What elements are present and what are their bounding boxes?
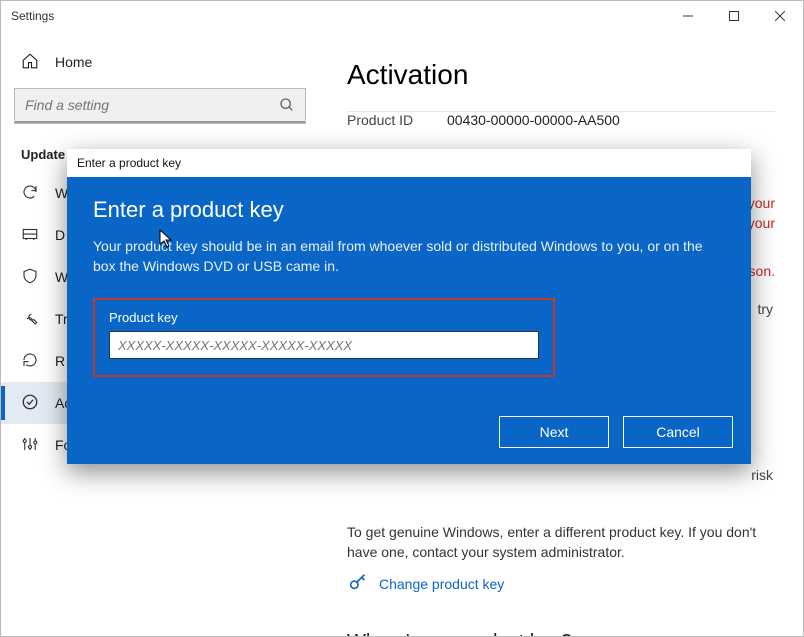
dialog-titlebar: Enter a product key — [67, 149, 751, 177]
search-icon — [279, 97, 295, 116]
search-wrap — [15, 89, 305, 123]
sync-icon — [21, 183, 39, 204]
sliders-icon — [21, 435, 39, 456]
search-input[interactable] — [15, 89, 305, 123]
check-icon — [21, 393, 39, 414]
key-icon — [347, 571, 369, 596]
product-id-value: 00430-00000-00000-AA500 — [447, 112, 620, 128]
sidebar-item-label: Tr — [55, 311, 68, 327]
recovery-icon — [21, 351, 39, 372]
dialog-buttons: Next Cancel — [499, 416, 733, 448]
product-key-input[interactable] — [109, 331, 539, 359]
change-product-key-label: Change product key — [379, 576, 504, 592]
sidebar-home[interactable]: Home — [1, 41, 319, 83]
close-button[interactable] — [757, 1, 803, 31]
maximize-button[interactable] — [711, 1, 757, 31]
text-fragment: risk — [751, 467, 773, 483]
titlebar: Settings — [1, 1, 803, 31]
product-id-row: Product ID 00430-00000-00000-AA500 — [347, 112, 775, 128]
dialog-body: Enter a product key Your product key sho… — [67, 177, 751, 377]
product-key-dialog: Enter a product key Enter a product key … — [67, 149, 751, 464]
home-label: Home — [55, 54, 92, 70]
product-key-field-group: Product key — [93, 298, 555, 377]
error-text-fragment: your — [748, 195, 775, 211]
sidebar-item-label: R — [55, 353, 65, 369]
wrench-icon — [21, 309, 39, 330]
text-fragment: try — [757, 301, 773, 317]
dialog-description: Your product key should be in an email f… — [93, 237, 725, 276]
product-id-label: Product ID — [347, 112, 447, 128]
wheres-heading: Where's my product key? — [347, 631, 572, 636]
change-product-key-link[interactable]: Change product key — [347, 571, 504, 596]
sidebar-item-label: D — [55, 227, 65, 243]
minimize-button[interactable] — [665, 1, 711, 31]
page-title: Activation — [347, 59, 775, 91]
window-controls — [665, 1, 803, 31]
delivery-icon — [21, 225, 39, 246]
settings-window: Settings Home — [0, 0, 804, 637]
error-text-fragment: your — [748, 215, 775, 231]
next-button[interactable]: Next — [499, 416, 609, 448]
genuine-text: To get genuine Windows, enter a differen… — [347, 523, 775, 562]
home-icon — [21, 52, 39, 73]
product-key-label: Product key — [109, 310, 539, 325]
shield-icon — [21, 267, 39, 288]
window-title: Settings — [11, 9, 54, 23]
dialog-heading: Enter a product key — [93, 197, 725, 223]
cancel-button[interactable]: Cancel — [623, 416, 733, 448]
